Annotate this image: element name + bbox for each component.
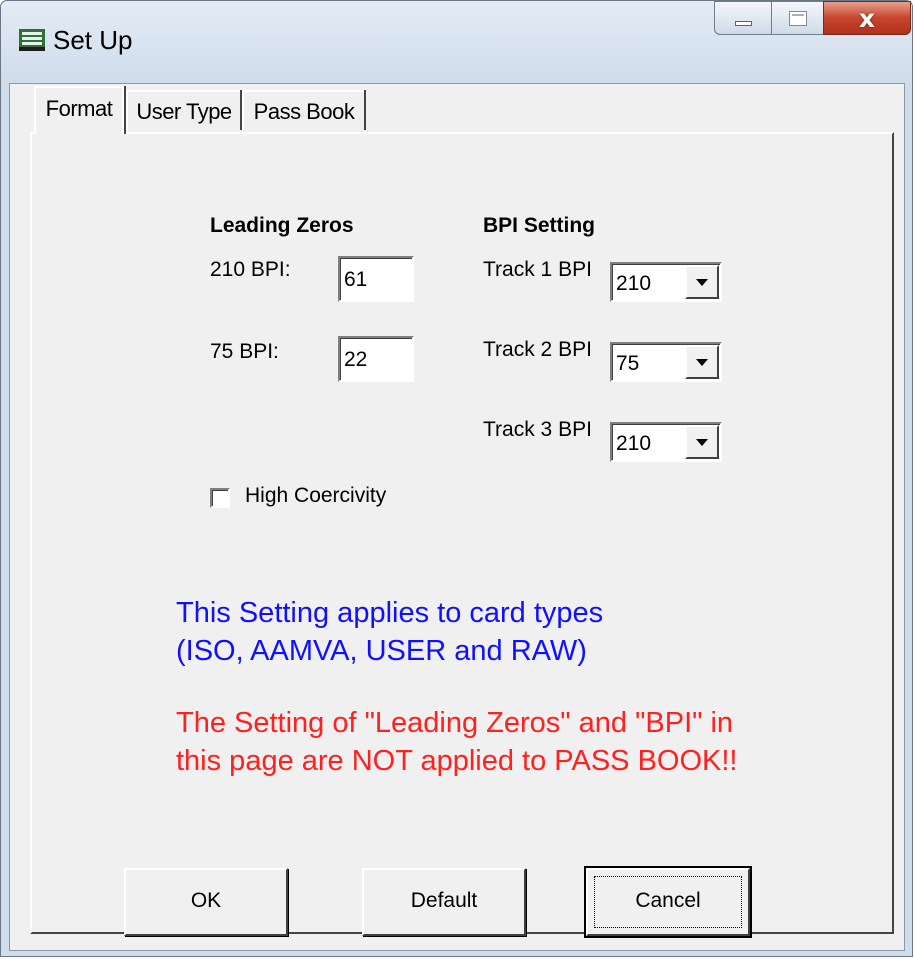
ok-button[interactable]: OK [124, 868, 288, 936]
warning-pass-book-line2: this page are NOT applied to PASS BOOK!! [176, 745, 738, 777]
high-coercivity-label[interactable]: High Coercivity [245, 484, 386, 508]
bpi75-leading-zeros-input[interactable]: 22 [338, 336, 414, 382]
setup-window: Set Up x Format User Type Pass Book Lead… [0, 0, 913, 957]
maximize-icon [789, 11, 807, 26]
track3-bpi-value: 210 [616, 432, 652, 455]
track1-bpi-label: Track 1 BPI [483, 258, 592, 281]
bpi210-leading-zeros-input[interactable]: 61 [338, 256, 414, 302]
close-icon: x [858, 4, 876, 33]
track2-bpi-label: Track 2 BPI [483, 338, 592, 361]
track2-bpi-select[interactable]: 75 [610, 342, 722, 382]
maximize-button[interactable] [771, 1, 824, 35]
bpi210-label: 210 BPI: [210, 258, 291, 281]
info-card-types-line1: This Setting applies to card types [176, 597, 604, 629]
default-button[interactable]: Default [362, 868, 526, 936]
setup-app-icon [19, 29, 45, 51]
bpi75-label: 75 BPI: [210, 340, 279, 363]
dialog-client-area: Format User Type Pass Book Leading Zeros… [9, 83, 905, 951]
tab-format[interactable]: Format [34, 86, 124, 134]
leading-zeros-heading: Leading Zeros [210, 214, 354, 237]
minimize-button[interactable] [714, 1, 772, 35]
close-button[interactable]: x [823, 1, 911, 35]
chevron-down-icon[interactable] [685, 265, 719, 299]
chevron-down-icon[interactable] [685, 425, 719, 459]
title-bar[interactable]: Set Up x [1, 1, 912, 83]
track3-bpi-select[interactable]: 210 [610, 422, 722, 462]
format-tab-panel [30, 132, 894, 934]
track1-bpi-value: 210 [616, 272, 652, 295]
cancel-button[interactable]: Cancel [584, 866, 752, 938]
tab-pass-book[interactable]: Pass Book [242, 90, 364, 130]
tab-user-type[interactable]: User Type [126, 90, 240, 130]
track3-bpi-label: Track 3 BPI [483, 418, 592, 441]
high-coercivity-checkbox[interactable] [210, 488, 230, 508]
track1-bpi-select[interactable]: 210 [610, 262, 722, 302]
warning-pass-book-line1: The Setting of "Leading Zeros" and "BPI"… [176, 707, 734, 739]
focus-rectangle [594, 876, 742, 928]
chevron-down-icon[interactable] [685, 345, 719, 379]
track2-bpi-value: 75 [616, 352, 640, 375]
bpi-setting-heading: BPI Setting [483, 214, 596, 237]
minimize-icon [735, 21, 752, 26]
info-card-types-line2: (ISO, AAMVA, USER and RAW) [176, 635, 587, 667]
window-title: Set Up [53, 25, 133, 55]
